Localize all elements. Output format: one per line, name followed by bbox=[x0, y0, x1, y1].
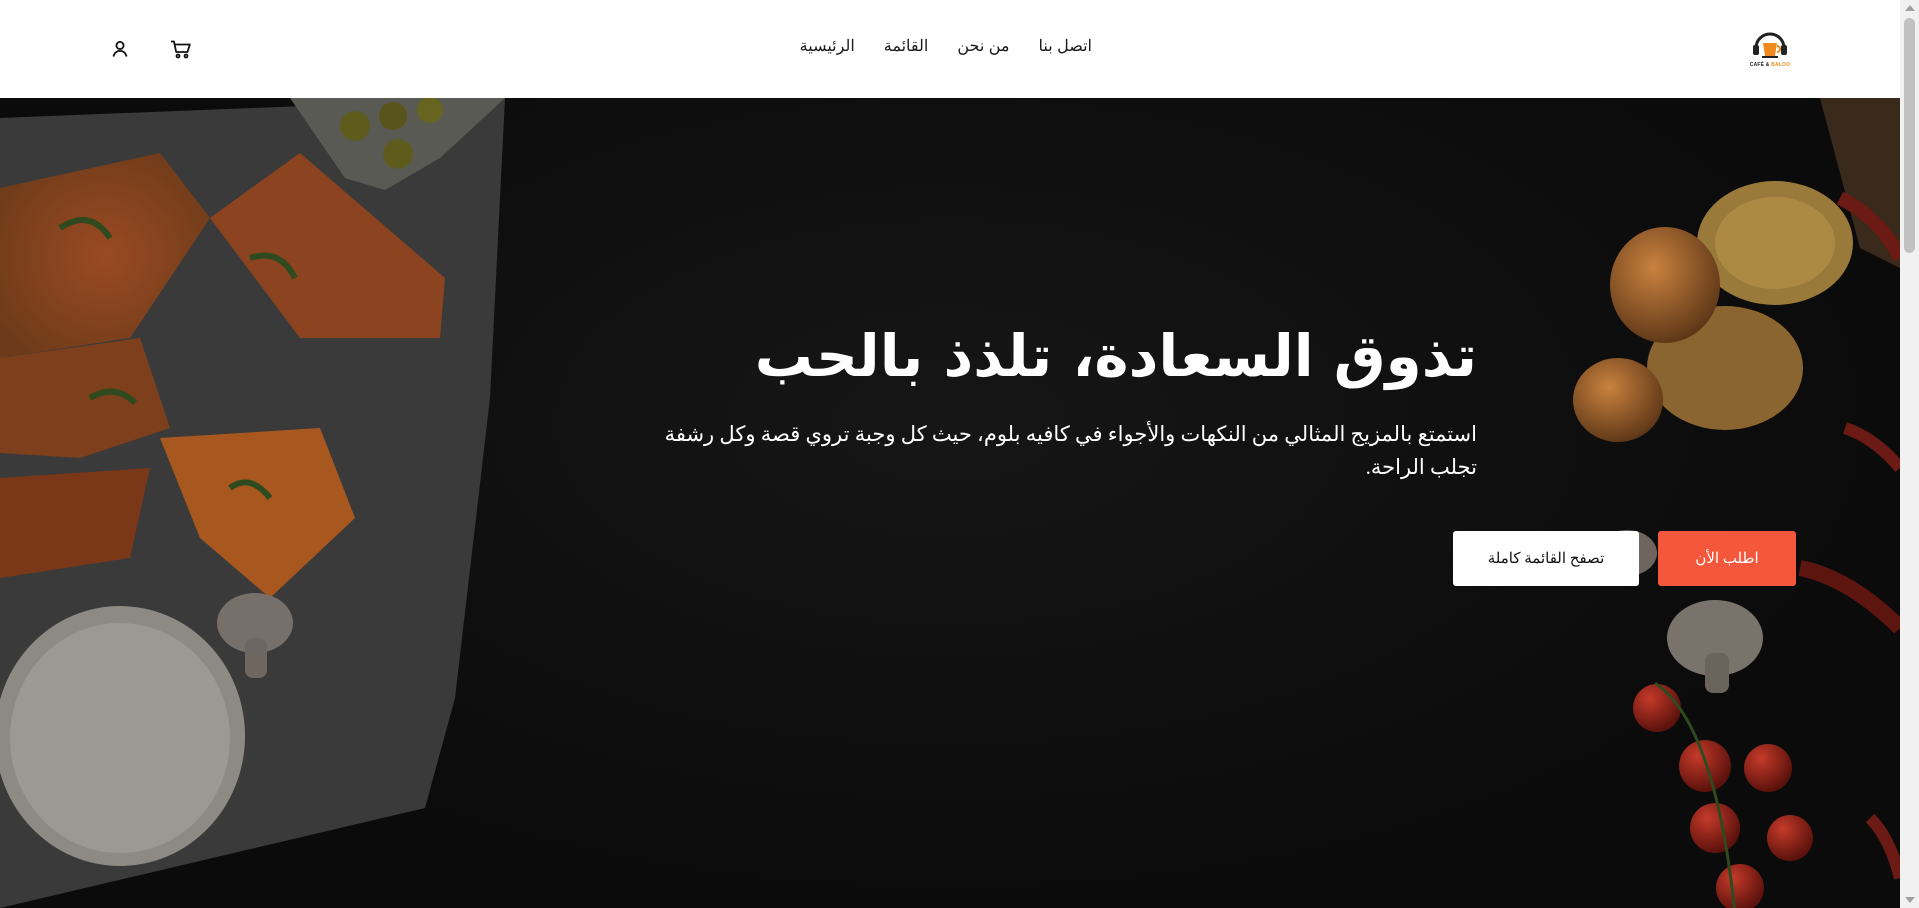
nav-about-link[interactable]: من نحن bbox=[957, 36, 1009, 58]
scroll-up-arrow-icon[interactable] bbox=[1905, 5, 1915, 11]
logo-text: CAFÉ & BALOO bbox=[1749, 62, 1791, 68]
hero-background-image bbox=[0, 98, 1900, 908]
hero-subtitle: استمتع بالمزيج المثالي من النكهات والأجو… bbox=[664, 422, 1477, 479]
scrollbar-thumb[interactable] bbox=[1904, 18, 1915, 253]
browse-menu-button[interactable]: تصفح القائمة كاملة bbox=[1453, 531, 1639, 586]
nav-home-link[interactable]: الرئيسية bbox=[800, 36, 855, 58]
site-header: الرئيسية القائمة من نحن اتصل بنا CAFÉ & … bbox=[0, 0, 1900, 98]
hero-title: تذوق السعادة، تلذذ بالحب bbox=[754, 322, 1477, 390]
scroll-down-arrow-icon[interactable] bbox=[1905, 897, 1915, 903]
main-nav: الرئيسية القائمة من نحن اتصل بنا bbox=[800, 36, 1092, 58]
nav-contact-link[interactable]: اتصل بنا bbox=[1039, 36, 1093, 58]
user-icon[interactable] bbox=[108, 37, 132, 61]
vertical-scrollbar[interactable] bbox=[1900, 0, 1919, 908]
order-now-button[interactable]: اطلب الأن bbox=[1658, 531, 1796, 586]
hero-section: تذوق السعادة، تلذذ بالحب استمتع بالمزيج … bbox=[0, 98, 1900, 908]
cart-icon[interactable] bbox=[168, 37, 194, 61]
nav-menu-link[interactable]: القائمة bbox=[884, 36, 929, 58]
